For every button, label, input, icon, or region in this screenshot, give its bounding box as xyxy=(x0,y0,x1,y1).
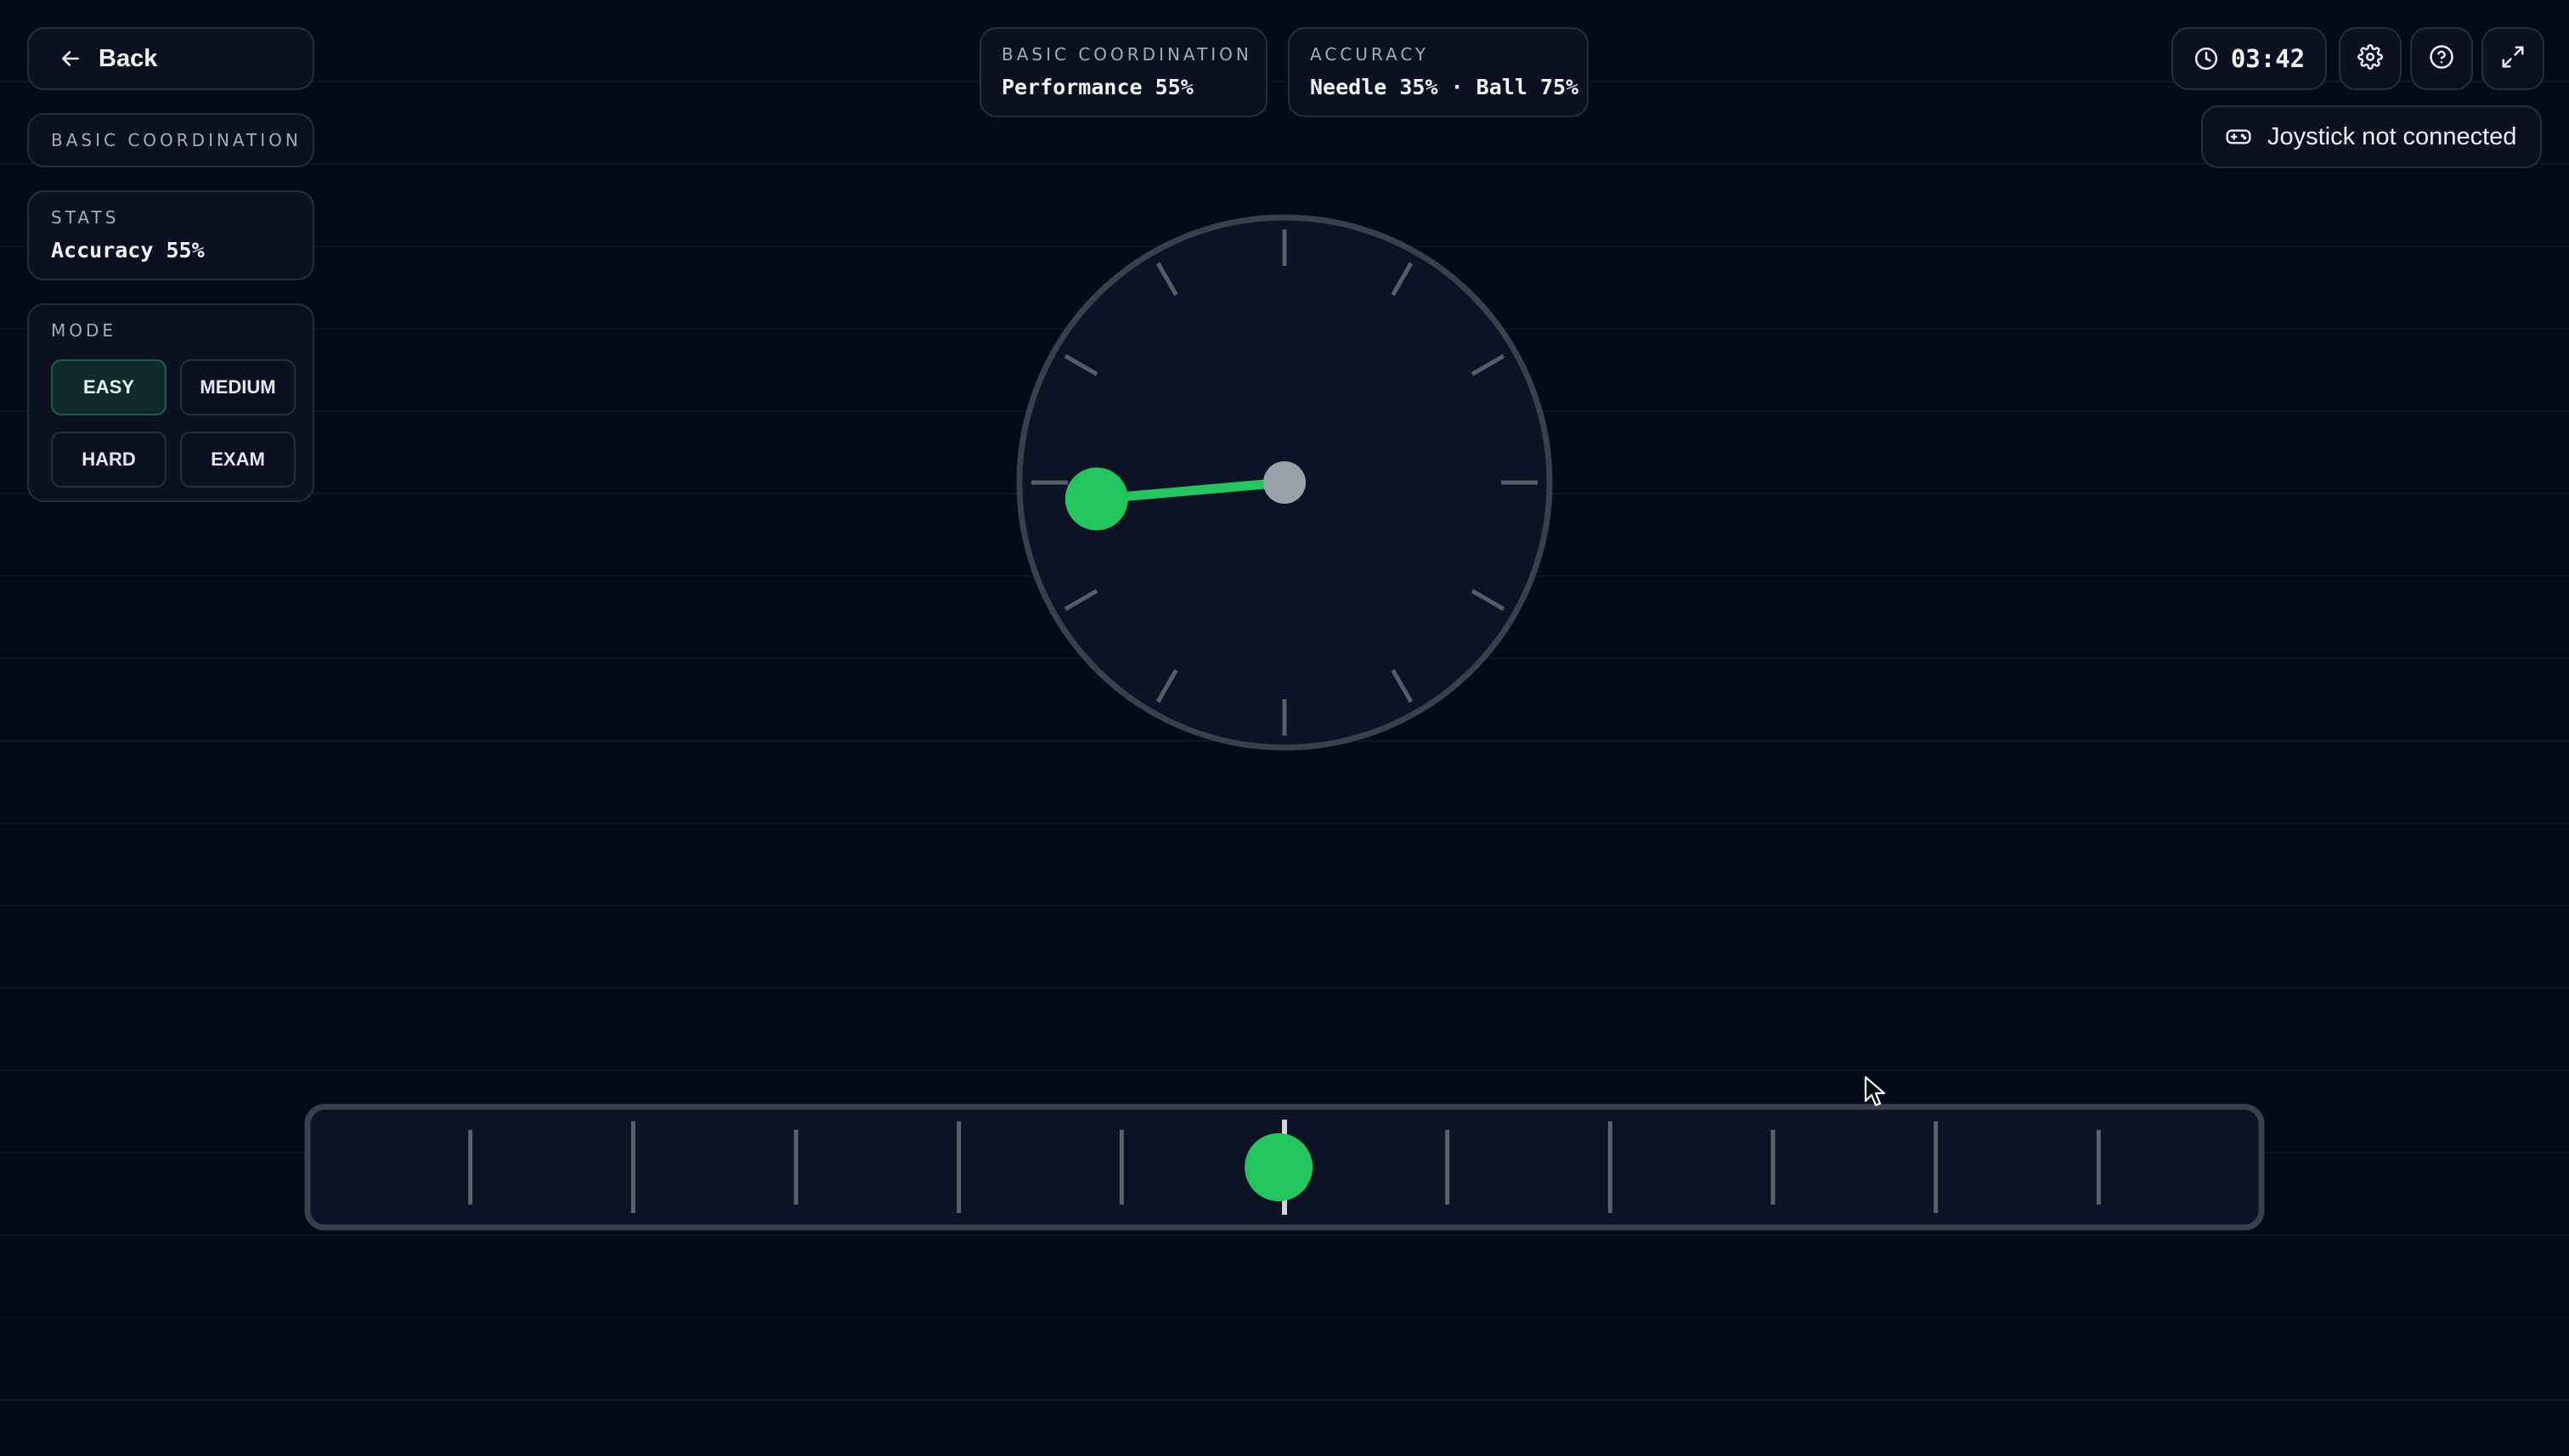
clock-icon xyxy=(2194,46,2219,71)
accuracy-value: Needle 35% · Ball 75% xyxy=(1310,75,1579,99)
help-button[interactable] xyxy=(2410,27,2473,90)
mode-exam-button[interactable]: EXAM xyxy=(180,432,296,488)
horizontal-track xyxy=(304,1103,2265,1231)
back-button[interactable]: Back xyxy=(27,27,314,90)
stats-panel: STATS Accuracy 55% xyxy=(27,190,314,280)
mode-options: EASY MEDIUM HARD EXAM xyxy=(51,359,313,488)
back-label: Back xyxy=(99,44,158,72)
joystick-status-label: Joystick not connected xyxy=(2267,122,2517,150)
mouse-pointer-icon xyxy=(1864,1075,1886,1107)
performance-card: BASIC COORDINATION Performance 55% xyxy=(980,27,1268,117)
accuracy-title: ACCURACY xyxy=(1310,44,1430,65)
stats-title: STATS xyxy=(51,207,120,228)
performance-value: Performance 55% xyxy=(1002,75,1194,99)
mode-medium-button[interactable]: MEDIUM xyxy=(180,359,296,415)
arrow-left-icon xyxy=(59,48,82,70)
exercise-label: BASIC COORDINATION xyxy=(51,130,302,150)
dial-ball[interactable] xyxy=(1064,467,1128,531)
track-ball[interactable] xyxy=(1245,1133,1313,1201)
stats-accuracy: Accuracy 55% xyxy=(51,238,205,262)
timer-value: 03:42 xyxy=(2230,44,2306,73)
exercise-tag: BASIC COORDINATION xyxy=(27,113,314,167)
dial-hub xyxy=(1263,461,1306,504)
timer: 03:42 xyxy=(2171,27,2327,90)
coordination-dial xyxy=(1016,214,1553,751)
mode-hard-button[interactable]: HARD xyxy=(51,432,167,488)
settings-button[interactable] xyxy=(2339,27,2402,90)
joystick-status: Joystick not connected xyxy=(2201,105,2542,168)
app-stage: Back BASIC COORDINATION STATS Accuracy 5… xyxy=(0,0,2569,1456)
mode-panel: MODE EASY MEDIUM HARD EXAM xyxy=(27,303,314,502)
fullscreen-button[interactable] xyxy=(2481,27,2544,90)
question-circle-icon xyxy=(2429,44,2454,74)
performance-title: BASIC COORDINATION xyxy=(1002,44,1252,65)
expand-icon xyxy=(2500,44,2526,74)
gamepad-icon xyxy=(2225,123,2252,150)
mode-easy-button[interactable]: EASY xyxy=(51,359,167,415)
accuracy-card: ACCURACY Needle 35% · Ball 75% xyxy=(1288,27,1589,117)
gear-icon xyxy=(2357,43,2383,74)
mode-title: MODE xyxy=(51,320,117,341)
